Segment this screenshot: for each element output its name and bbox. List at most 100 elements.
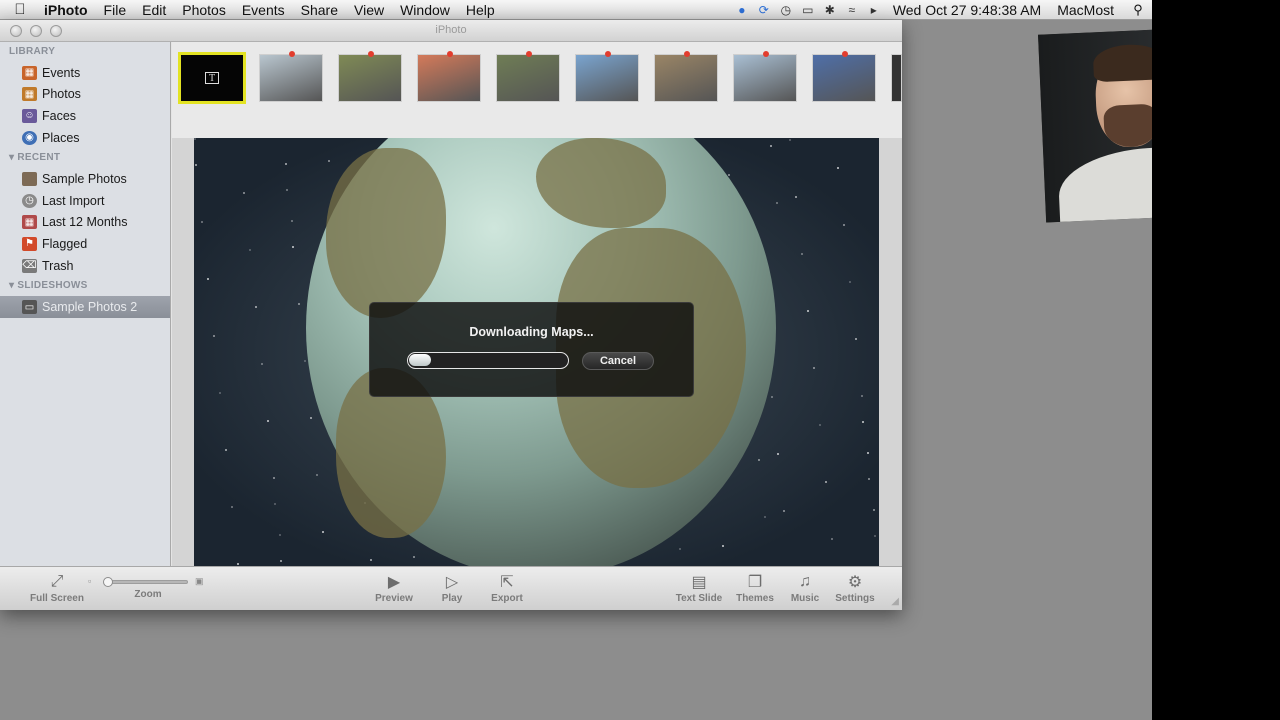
star xyxy=(728,174,730,176)
slide-thumbnail[interactable] xyxy=(338,51,402,102)
export-button[interactable]: ⇱ Export xyxy=(486,571,528,607)
sidebar-item-flagged[interactable]: ⚑ Flagged xyxy=(0,233,170,255)
sidebar-item-last-import[interactable]: ◷ Last Import xyxy=(0,190,170,212)
window-titlebar[interactable]: iPhoto xyxy=(0,20,902,42)
sidebar-item-sample-photos-2[interactable]: ▭ Sample Photos 2 xyxy=(0,296,170,318)
slide-thumbnail[interactable] xyxy=(417,51,481,102)
menu-view[interactable]: View xyxy=(346,0,392,20)
star xyxy=(261,363,263,365)
play-button[interactable]: ▷ Play xyxy=(434,571,470,607)
pin-icon xyxy=(684,51,690,57)
skype-status-icon[interactable]: ● xyxy=(731,3,753,17)
zoom-label: Zoom xyxy=(134,589,162,600)
text-slide-button[interactable]: ▤ Text Slide xyxy=(672,571,726,607)
events-icon: ▦ xyxy=(22,65,37,80)
full-screen-button[interactable]: ⤢ Full Screen xyxy=(26,571,88,607)
sidebar-item-faces[interactable]: ☺ Faces xyxy=(0,105,170,127)
star xyxy=(867,452,869,454)
slide-thumbnail[interactable] xyxy=(496,51,560,102)
star xyxy=(413,556,415,558)
menu-clock[interactable]: Wed Oct 27 9:48:38 AM xyxy=(885,2,1051,18)
slide-thumbnail[interactable] xyxy=(654,51,718,102)
sync-status-icon[interactable]: ⟳ xyxy=(753,3,775,17)
sidebar-item-sample-photos[interactable]: Sample Photos xyxy=(0,168,170,190)
wifi-icon[interactable]: ≈ xyxy=(841,3,863,17)
sidebar-item-photos[interactable]: ▦ Photos xyxy=(0,84,170,106)
letterbox-bar xyxy=(1152,0,1280,720)
bluetooth-icon[interactable]: ✱ xyxy=(819,3,841,17)
sidebar-header-slideshows[interactable]: ▾ SLIDESHOWS xyxy=(0,276,170,296)
zoom-slider[interactable] xyxy=(103,577,188,587)
source-list-sidebar: LIBRARY ▦ Events ▦ Photos ☺ Faces ◉ Plac… xyxy=(0,42,171,566)
settings-button[interactable]: ⚙ Settings xyxy=(832,571,878,607)
star xyxy=(813,367,815,369)
star xyxy=(831,538,833,540)
sidebar-item-label: Faces xyxy=(42,108,77,123)
star xyxy=(237,563,239,565)
sidebar-item-label: Places xyxy=(42,130,80,145)
star xyxy=(758,459,760,461)
menu-file[interactable]: File xyxy=(96,0,135,20)
calendar-icon: ▦ xyxy=(22,215,37,230)
star xyxy=(849,281,851,283)
menu-photos[interactable]: Photos xyxy=(174,0,234,20)
menu-share[interactable]: Share xyxy=(293,0,346,20)
star xyxy=(267,420,269,422)
star xyxy=(679,548,681,550)
slide-thumbnail[interactable] xyxy=(575,51,639,102)
menu-help[interactable]: Help xyxy=(458,0,503,20)
star xyxy=(777,453,779,455)
star xyxy=(722,545,724,547)
title-slide-thumbnail[interactable]: T xyxy=(178,52,246,104)
sidebar-item-label: Flagged xyxy=(42,236,88,251)
sidebar-item-events[interactable]: ▦ Events xyxy=(0,62,170,84)
slide-thumbnail[interactable] xyxy=(812,51,876,102)
sidebar-item-label: Photos xyxy=(42,87,81,102)
star xyxy=(807,310,809,312)
menu-app-iphoto[interactable]: iPhoto xyxy=(40,0,96,20)
sidebar-header-recent[interactable]: ▾ RECENT xyxy=(0,148,170,168)
preview-button[interactable]: ▶ Preview xyxy=(370,571,418,607)
music-icon: ♫ xyxy=(799,573,811,590)
slide-thumbnail[interactable] xyxy=(733,51,797,102)
volume-icon[interactable]: ▸ xyxy=(863,3,885,17)
themes-button[interactable]: ❐ Themes xyxy=(733,571,777,607)
themes-icon: ❐ xyxy=(747,574,763,591)
sidebar-item-places[interactable]: ◉ Places xyxy=(0,127,170,149)
slide-thumbnail[interactable] xyxy=(259,51,323,102)
zoom-slider-knob[interactable] xyxy=(103,577,113,587)
sidebar-item-label: Sample Photos 2 xyxy=(42,300,138,315)
apple-menu-icon[interactable]:  xyxy=(0,1,40,18)
zoom-out-icon[interactable]: ▫ xyxy=(88,576,91,586)
spotlight-search-icon[interactable]: ⚲ xyxy=(1124,2,1152,18)
star xyxy=(316,474,318,476)
pin-icon xyxy=(842,51,848,57)
slide-thumbnail-partial[interactable] xyxy=(891,54,902,102)
pin-icon xyxy=(447,51,453,57)
star xyxy=(370,559,372,561)
star xyxy=(285,163,287,165)
time-machine-icon[interactable]: ◷ xyxy=(775,3,797,17)
menu-user[interactable]: MacMost xyxy=(1051,2,1124,18)
sidebar-item-last-12-months[interactable]: ▦ Last 12 Months xyxy=(0,212,170,234)
star xyxy=(249,249,251,251)
cancel-button[interactable]: Cancel xyxy=(582,352,654,370)
zoom-in-icon[interactable]: ▣ xyxy=(195,576,204,587)
places-slide-preview[interactable]: Downloading Maps... Cancel xyxy=(194,138,879,566)
sidebar-item-label: Sample Photos xyxy=(42,172,127,187)
star xyxy=(213,335,215,337)
download-progress-bar xyxy=(407,352,569,369)
star xyxy=(837,167,839,169)
menu-events[interactable]: Events xyxy=(234,0,293,20)
star xyxy=(776,202,778,204)
music-button[interactable]: ♫ Music xyxy=(786,571,824,607)
star xyxy=(789,139,791,141)
pin-icon xyxy=(526,51,532,57)
resize-grip-icon[interactable]: ◢ xyxy=(891,596,899,607)
sidebar-item-trash[interactable]: ⌫ Trash xyxy=(0,255,170,277)
menu-edit[interactable]: Edit xyxy=(134,0,174,20)
star xyxy=(764,516,766,518)
display-icon[interactable]: ▭ xyxy=(797,3,819,17)
play-icon: ▷ xyxy=(445,574,459,591)
menu-window[interactable]: Window xyxy=(392,0,458,20)
